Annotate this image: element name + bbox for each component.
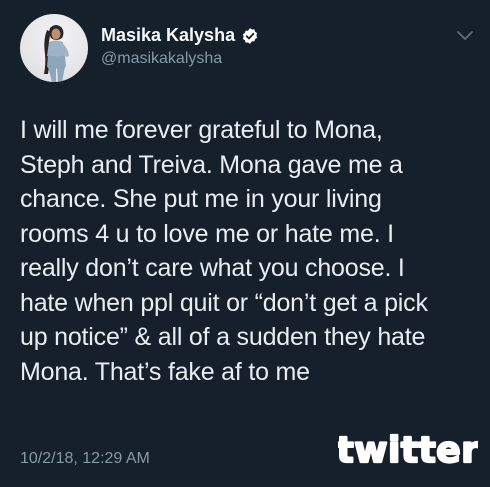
twitter-watermark-logo: twitter [338, 429, 478, 472]
chevron-down-icon[interactable] [456, 30, 474, 42]
avatar-photo [44, 25, 69, 82]
display-name-text: Masika Kalysha [101, 25, 236, 45]
tweet-text-line: really don’t care what you choose. I [20, 254, 405, 282]
tweet-text-line: Mona. That’s fake af to me [20, 357, 310, 386]
tweet-text-line: hate when ppl quit or “don’t get a pick [20, 288, 428, 317]
tweet-timestamp[interactable]: 10/2/18, 12:29 AM [20, 450, 150, 468]
tweet-text-line: rooms 4 u to love me or hate me. I [20, 219, 394, 248]
tweet-card: Masika Kalysha @masikakalysha I will me … [0, 0, 490, 487]
avatar[interactable] [20, 14, 88, 82]
tweet-text-line: Steph and Treiva. Mona gave me a [20, 150, 403, 179]
display-name[interactable]: Masika Kalysha [101, 25, 259, 46]
tweet-text: I will me forever grateful to Mona, Step… [20, 113, 482, 389]
tweet-text-line: chance. She put me in your living [20, 185, 382, 213]
tweet-text-line: up notice” & all of a sudden they hate [20, 323, 426, 351]
watermark-text: twitter [338, 430, 478, 471]
user-handle[interactable]: @masikakalysha [101, 50, 222, 68]
tweet-text-line: I will me forever grateful to Mona, [20, 116, 383, 144]
verified-badge-icon [242, 27, 258, 44]
